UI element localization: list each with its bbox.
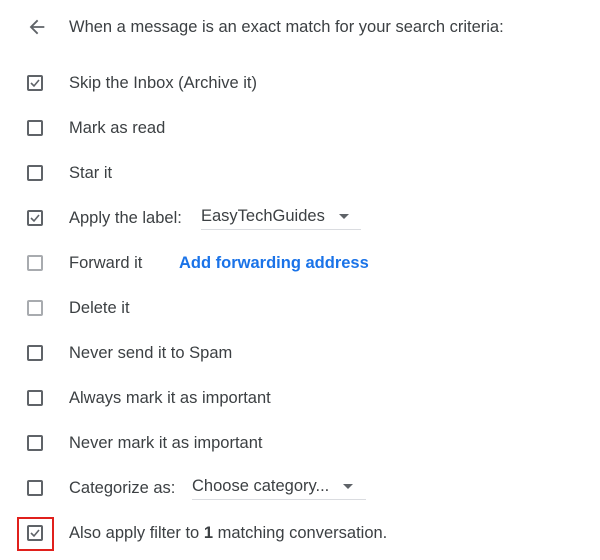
delete-it-label: Delete it [69, 299, 130, 317]
forward-it-label: Forward it [69, 254, 143, 272]
apply-to-matching-label: Also apply filter to 1 matching conversa… [69, 521, 387, 545]
star-it-checkbox[interactable] [27, 165, 43, 181]
never-important-checkbox[interactable] [27, 435, 43, 451]
label-select[interactable]: EasyTechGuides [201, 207, 361, 230]
always-important-label: Always mark it as important [69, 389, 271, 407]
never-spam-label: Never send it to Spam [69, 344, 233, 362]
apply-to-matching-prefix: Also apply filter to [69, 524, 204, 542]
never-important-label: Never mark it as important [69, 434, 263, 452]
always-important-checkbox[interactable] [27, 390, 43, 406]
mark-as-read-checkbox[interactable] [27, 120, 43, 136]
apply-label-checkbox[interactable] [27, 210, 43, 226]
categorize-checkbox[interactable] [27, 480, 43, 496]
add-forwarding-address-link[interactable]: Add forwarding address [179, 251, 369, 275]
arrow-left-icon[interactable] [26, 16, 48, 38]
category-select[interactable]: Choose category... [192, 477, 366, 500]
apply-to-matching-suffix: matching conversation. [213, 524, 388, 542]
apply-label-label: Apply the label: [69, 209, 182, 227]
categorize-label: Categorize as: [69, 479, 176, 497]
skip-inbox-checkbox[interactable] [27, 75, 43, 91]
forward-it-checkbox[interactable] [27, 255, 43, 271]
category-select-value: Choose category... [192, 477, 330, 495]
checkmark-icon [30, 214, 40, 223]
matching-count: 1 [203, 524, 213, 542]
never-spam-checkbox[interactable] [27, 345, 43, 361]
skip-inbox-label: Skip the Inbox (Archive it) [69, 74, 257, 92]
chevron-down-icon [343, 484, 354, 489]
star-it-label: Star it [69, 164, 113, 182]
label-select-value: EasyTechGuides [201, 207, 325, 225]
apply-to-matching-checkbox[interactable] [27, 525, 43, 541]
delete-it-checkbox[interactable] [27, 300, 43, 316]
page-title: When a message is an exact match for you… [69, 18, 504, 36]
checkmark-icon [30, 79, 40, 88]
chevron-down-icon [338, 214, 349, 219]
mark-as-read-label: Mark as read [69, 119, 166, 137]
checkmark-icon [30, 529, 40, 538]
